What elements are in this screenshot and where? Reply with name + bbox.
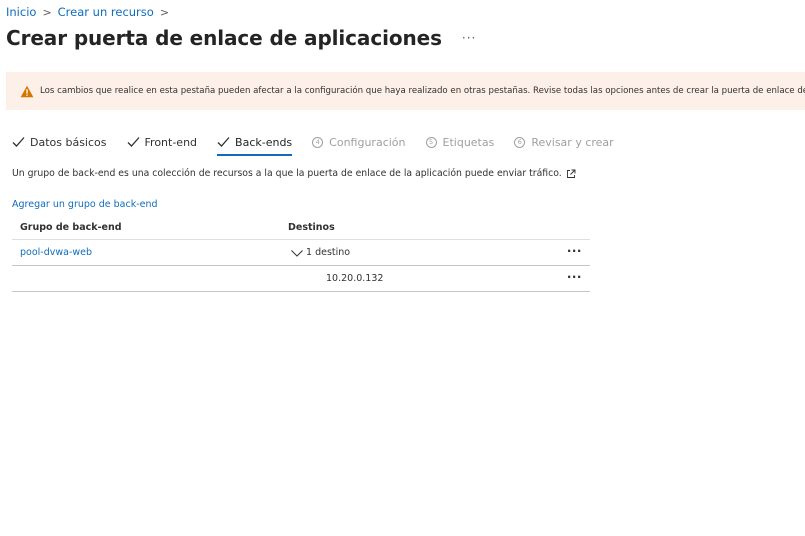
row-more-options-icon[interactable]: ···	[567, 245, 582, 257]
add-backend-pool-link[interactable]: Agregar un grupo de back-end	[12, 199, 158, 210]
table-row: 10.20.0.132 ···	[12, 266, 590, 292]
step-number-icon: 5	[425, 136, 437, 148]
description-text: Un grupo de back-end es una colección de…	[12, 168, 576, 179]
tab-label: Back-ends	[235, 135, 293, 149]
breadcrumb-separator: >	[159, 5, 170, 19]
backend-pool-link[interactable]: pool-dvwa-web	[20, 247, 92, 258]
target-ip: 10.20.0.132	[326, 273, 384, 284]
breadcrumb: Inicio > Crear un recurso >	[6, 5, 175, 19]
chevron-down-icon[interactable]	[290, 248, 304, 258]
column-header-group: Grupo de back-end	[20, 222, 122, 233]
checkmark-icon	[12, 136, 25, 148]
step-number-icon: 6	[514, 136, 526, 148]
tab-front-end[interactable]: Front-end	[127, 131, 198, 153]
step-number-icon: 4	[312, 136, 324, 148]
page-title: Crear puerta de enlace de aplicaciones	[6, 26, 442, 50]
warning-icon	[20, 85, 34, 98]
tab-label: Front-end	[144, 135, 198, 149]
breadcrumb-home-link[interactable]: Inicio	[6, 5, 36, 19]
backend-pools-table: Grupo de back-end Destinos pool-dvwa-web…	[12, 216, 590, 292]
checkmark-icon	[217, 136, 230, 148]
warning-text: Los cambios que realice en esta pestaña …	[40, 86, 805, 96]
tab-configuracion[interactable]: 4 Configuración	[312, 131, 406, 153]
tab-etiquetas[interactable]: 5 Etiquetas	[425, 131, 495, 153]
tab-label: Datos básicos	[30, 135, 107, 149]
targets-count: 1 destino	[306, 247, 351, 258]
breadcrumb-create-resource-link[interactable]: Crear un recurso	[58, 5, 154, 19]
tab-datos-basicos[interactable]: Datos básicos	[12, 131, 107, 153]
description-label: Un grupo de back-end es una colección de…	[12, 168, 562, 179]
tab-back-ends[interactable]: Back-ends	[217, 131, 293, 156]
table-header: Grupo de back-end Destinos	[12, 216, 590, 240]
breadcrumb-separator: >	[42, 5, 52, 19]
table-row: pool-dvwa-web 1 destino ···	[12, 240, 590, 266]
column-header-targets: Destinos	[288, 222, 335, 233]
tab-label: Configuración	[329, 135, 406, 149]
tab-revisar-y-crear[interactable]: 6 Revisar y crear	[514, 131, 614, 153]
wizard-tabs: Datos básicos Front-end Back-ends 4 Conf…	[12, 131, 634, 156]
title-row: Crear puerta de enlace de aplicaciones ·…	[6, 26, 476, 50]
tab-label: Revisar y crear	[531, 135, 614, 149]
more-options-icon[interactable]: ···	[462, 31, 476, 45]
external-link-icon[interactable]	[566, 169, 576, 179]
checkmark-icon	[127, 136, 140, 148]
tab-label: Etiquetas	[442, 135, 495, 149]
row-more-options-icon[interactable]: ···	[567, 271, 582, 283]
warning-banner: Los cambios que realice en esta pestaña …	[6, 72, 805, 110]
